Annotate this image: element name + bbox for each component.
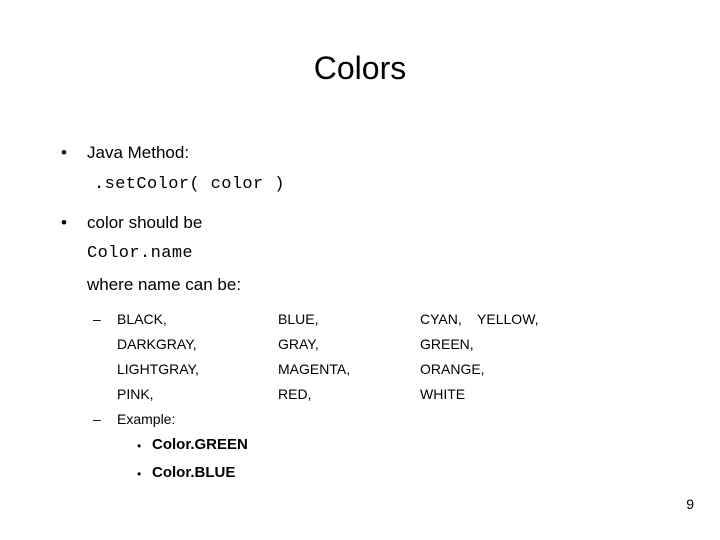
color-item: MAGENTA, [278, 361, 351, 377]
page-number: 9 [686, 496, 694, 512]
bullet-glyph-example-item-1: • [137, 439, 142, 453]
color-item: LIGHTGRAY, [117, 361, 199, 377]
color-item: DARKGRAY, [117, 336, 197, 352]
color-item: GRAY, [278, 336, 319, 352]
slide: Colors • Java Method: .setColor( color )… [0, 0, 720, 540]
bullet-glyph-java-method: • [61, 143, 67, 162]
color-item: WHITE [420, 386, 466, 402]
color-item: GREEN, [420, 336, 474, 352]
color-item: BLACK, [117, 311, 167, 327]
color-item: BLUE, [278, 311, 319, 327]
bullet-glyph-color-list: – [93, 311, 101, 327]
java-method-label: Java Method: [87, 143, 190, 162]
color-item: PINK, [117, 386, 154, 402]
example-item: Color.GREEN [152, 436, 248, 453]
example-item: Color.BLUE [152, 464, 236, 481]
color-item: CYAN, YELLOW, [420, 311, 539, 327]
color-name-code: Color.name [87, 244, 194, 263]
where-name-label: where name can be: [87, 275, 242, 294]
bullet-glyph-color-should-be: • [61, 213, 67, 232]
color-item: RED, [278, 386, 312, 402]
color-item: ORANGE, [420, 361, 485, 377]
example-label: Example: [117, 411, 176, 427]
bullet-glyph-example-item-2: • [137, 467, 142, 481]
method-signature-code: .setColor( color ) [94, 175, 285, 194]
bullet-glyph-example: – [93, 411, 101, 427]
color-should-be-label: color should be [87, 213, 203, 232]
page-title: Colors [313, 50, 407, 86]
